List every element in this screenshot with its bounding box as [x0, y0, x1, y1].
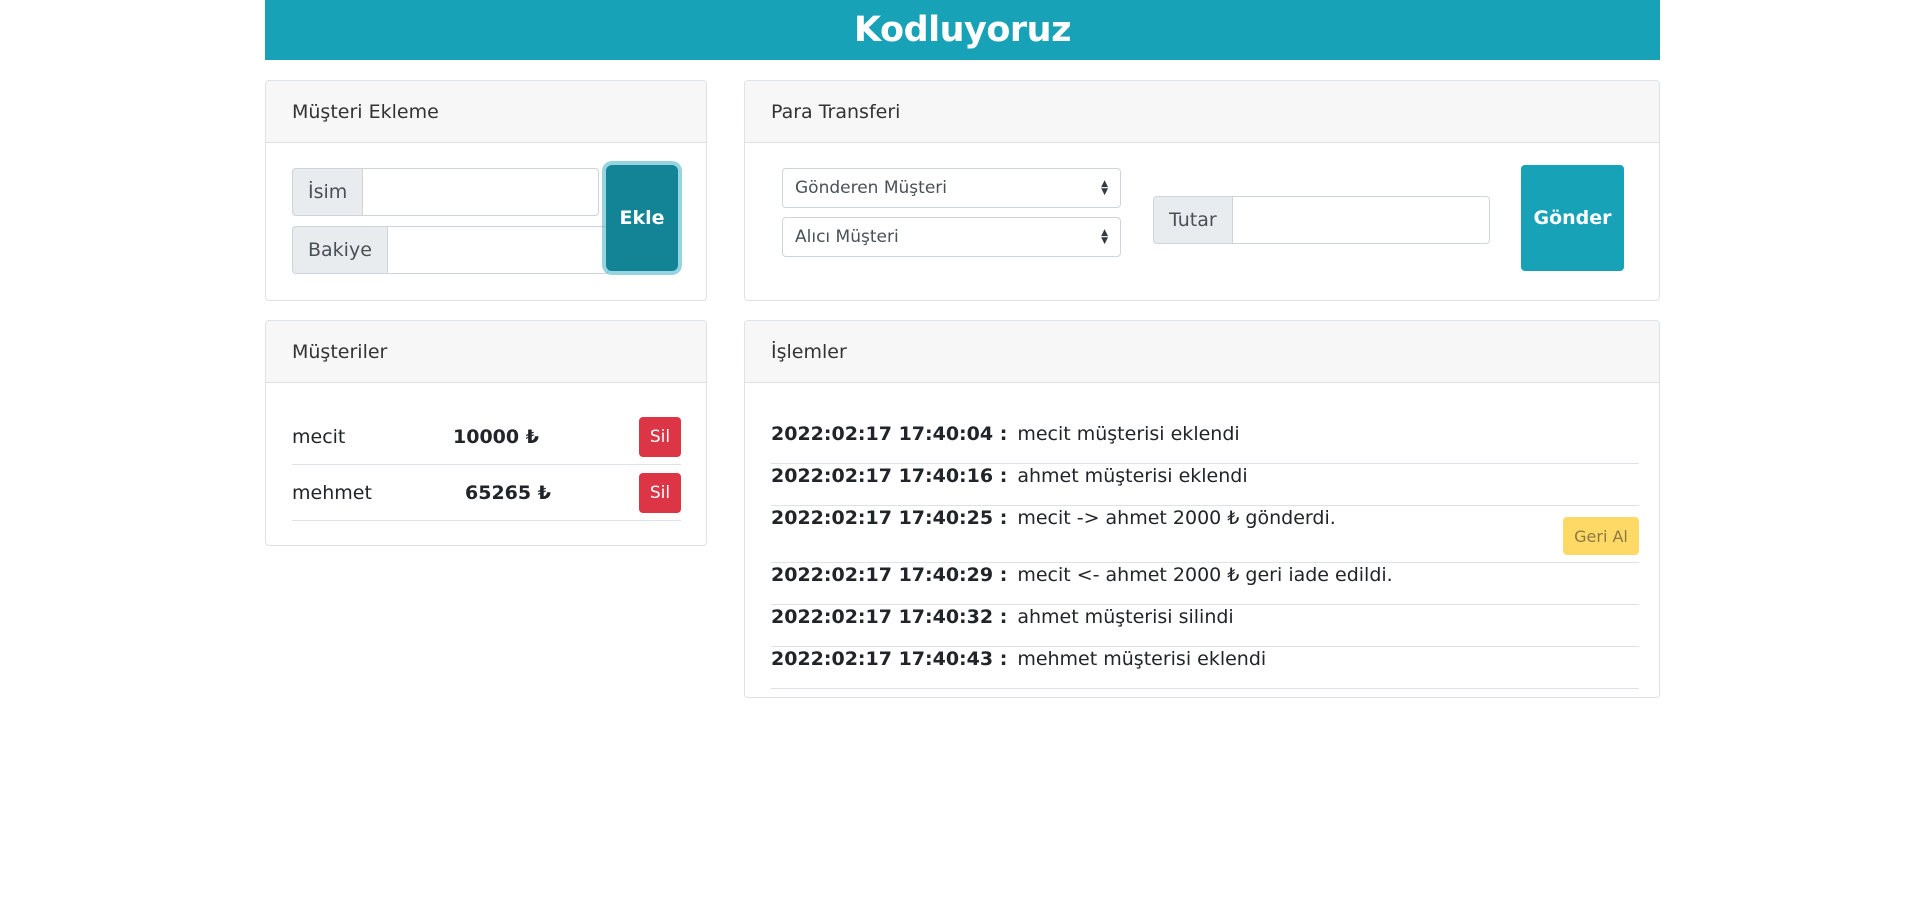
customer-name: mecit — [292, 425, 346, 448]
transfer-card: Para Transferi Gönderen Müşteri ▲ ▼ Alıcı… — [744, 80, 1660, 301]
transaction-text: mecit müşterisi eklendi — [1017, 423, 1240, 445]
transaction-text: mecit <- ahmet 2000 ₺ geri iade edildi. — [1017, 564, 1393, 586]
app-title: Kodluyoruz — [854, 10, 1071, 50]
transaction-row: 2022:02:17 17:40:32 : ahmet müşterisi si… — [771, 606, 1639, 647]
customers-header: Müşteriler — [266, 321, 706, 383]
transactions-header: İşlemler — [745, 321, 1659, 383]
amount-input[interactable] — [1231, 196, 1490, 244]
transaction-text: mecit -> ahmet 2000 ₺ gönderdi. — [1017, 507, 1336, 529]
transaction-row: 2022:02:17 17:40:43 : mehmet müşterisi e… — [771, 648, 1639, 689]
transaction-row: 2022:02:17 17:40:16 : ahmet müşterisi ek… — [771, 465, 1639, 506]
app-header: Kodluyoruz — [265, 0, 1660, 60]
add-customer-header: Müşteri Ekleme — [266, 81, 706, 143]
transaction-time: 2022:02:17 17:40:16 : — [771, 465, 1008, 487]
transaction-time: 2022:02:17 17:40:43 : — [771, 648, 1008, 670]
select-arrows-icon: ▲ ▼ — [1101, 179, 1108, 197]
transaction-time: 2022:02:17 17:40:32 : — [771, 606, 1008, 628]
name-input-group: İsim — [292, 168, 599, 216]
transaction-text: ahmet müşterisi silindi — [1017, 606, 1234, 628]
transaction-time: 2022:02:17 17:40:25 : — [771, 507, 1008, 529]
customer-balance: 10000 ₺ — [453, 425, 539, 448]
transaction-text: ahmet müşterisi eklendi — [1017, 465, 1248, 487]
add-customer-title: Müşteri Ekleme — [292, 100, 439, 123]
undo-transfer-button[interactable]: Geri Al — [1563, 517, 1639, 555]
balance-input-group: Bakiye — [292, 226, 609, 274]
customers-card: Müşteriler mecit 10000 ₺ Sil mehmet 6526… — [265, 320, 707, 546]
customer-row: mehmet 65265 ₺ Sil — [292, 465, 681, 521]
name-label: İsim — [292, 168, 363, 216]
transfer-title: Para Transferi — [771, 100, 901, 123]
amount-input-group: Tutar — [1153, 196, 1490, 244]
transaction-row: 2022:02:17 17:40:04 : mecit müşterisi ek… — [771, 423, 1639, 464]
add-customer-button[interactable]: Ekle — [606, 165, 678, 271]
balance-input[interactable] — [386, 226, 609, 274]
receiver-select-value: Alıcı Müşteri — [795, 227, 899, 247]
add-customer-card: Müşteri Ekleme İsim Bakiye Ekle — [265, 80, 707, 301]
name-input[interactable] — [362, 168, 599, 216]
transactions-card: İşlemler 2022:02:17 17:40:04 : mecit müş… — [744, 320, 1660, 698]
amount-label: Tutar — [1153, 196, 1232, 244]
receiver-select[interactable]: Alıcı Müşteri ▲ ▼ — [782, 217, 1121, 257]
sender-select-value: Gönderen Müşteri — [795, 178, 947, 198]
transaction-text: mehmet müşterisi eklendi — [1017, 648, 1267, 670]
delete-customer-button[interactable]: Sil — [639, 416, 681, 457]
transaction-row: 2022:02:17 17:40:25 : mecit -> ahmet 200… — [771, 507, 1639, 563]
customer-row: mecit 10000 ₺ Sil — [292, 409, 681, 465]
customers-title: Müşteriler — [292, 340, 388, 363]
customer-balance: 65265 ₺ — [465, 481, 551, 504]
transaction-time: 2022:02:17 17:40:04 : — [771, 423, 1008, 445]
transactions-title: İşlemler — [771, 340, 847, 363]
sender-select[interactable]: Gönderen Müşteri ▲ ▼ — [782, 168, 1121, 208]
select-arrows-icon: ▲ ▼ — [1101, 228, 1108, 246]
send-button[interactable]: Gönder — [1521, 165, 1624, 271]
transaction-row: 2022:02:17 17:40:29 : mecit <- ahmet 200… — [771, 564, 1639, 605]
transfer-header: Para Transferi — [745, 81, 1659, 143]
customer-name: mehmet — [292, 481, 372, 504]
balance-label: Bakiye — [292, 226, 387, 274]
delete-customer-button[interactable]: Sil — [639, 472, 681, 513]
transaction-time: 2022:02:17 17:40:29 : — [771, 564, 1008, 586]
